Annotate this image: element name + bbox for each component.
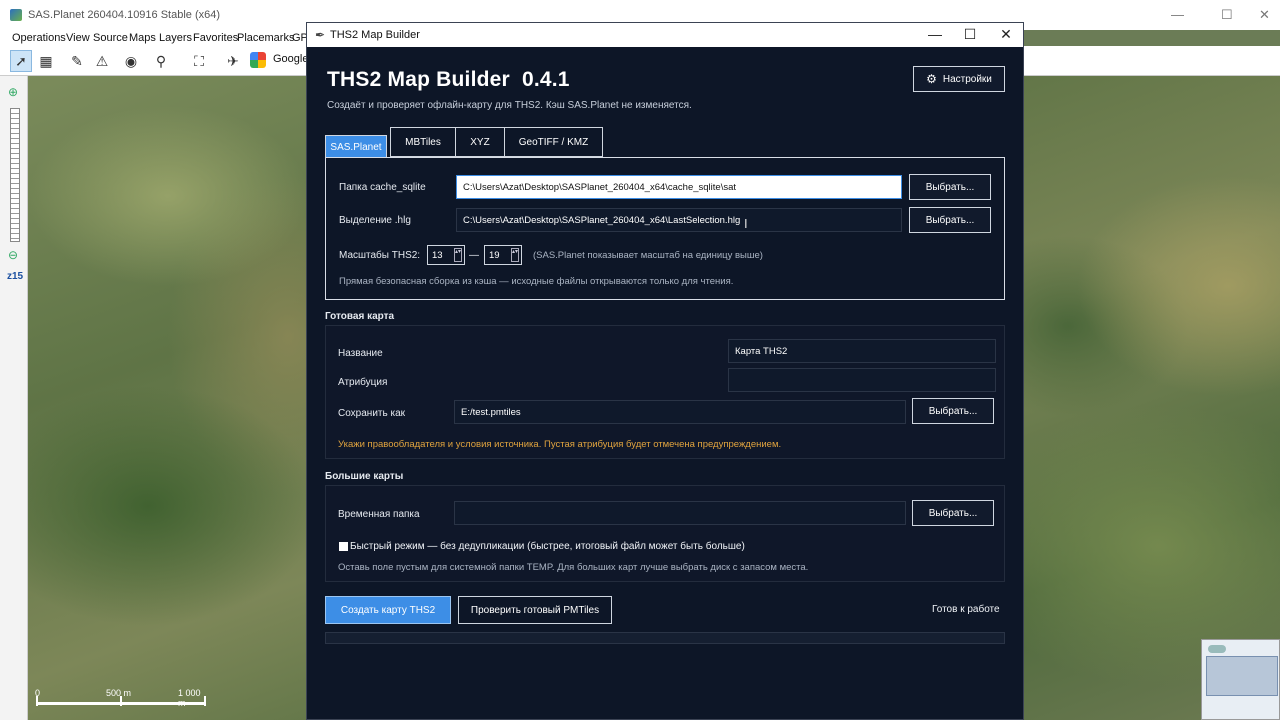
map-name-input[interactable]: Карта THS2 (728, 339, 996, 363)
close-icon[interactable]: ✕ (1259, 7, 1270, 23)
sasplanet-window-title: SAS.Planet 260404.10916 Stable (x64) (28, 9, 221, 21)
sasplanet-menubar: Operations View Source Maps Layers Favor… (0, 30, 315, 46)
save-as-input[interactable]: E:/test.pmtiles (454, 400, 906, 424)
selection-file-browse-button[interactable]: Выбрать... (909, 207, 991, 233)
status-text: Готов к работе (932, 604, 1000, 615)
satellite-icon[interactable]: ✈ (222, 50, 244, 72)
text-cursor-icon: I (744, 216, 748, 231)
verify-pmtiles-button[interactable]: Проверить готовый PMTiles (458, 596, 612, 624)
scale-min-value: 13 (432, 250, 443, 261)
map-source-label[interactable]: Google (273, 53, 308, 65)
temp-folder-label: Временная папка (338, 509, 420, 520)
cache-folder-input[interactable]: C:\Users\Azat\Desktop\SASPlanet_260404_x… (456, 175, 902, 199)
fullscreen-icon[interactable]: ⛶ (188, 50, 210, 72)
tab-xyz[interactable]: XYZ (455, 127, 505, 157)
menu-view[interactable]: View (66, 32, 90, 44)
spin-arrows-icon[interactable]: ▴▾ (454, 248, 462, 262)
dialog-maximize-icon[interactable]: ☐ (960, 26, 980, 43)
selection-file-label: Выделение .hlg (339, 215, 411, 226)
menu-operations[interactable]: Operations (12, 32, 66, 44)
dialog-titlebar: ✒ THS2 Map Builder — ☐ ✕ (307, 23, 1023, 47)
feather-icon: ✒ (315, 28, 326, 42)
fast-mode-checkbox[interactable] (339, 542, 348, 551)
progress-bar (325, 632, 1005, 644)
menu-source[interactable]: Source (93, 32, 128, 44)
ths2-dialog: ✒ THS2 Map Builder — ☐ ✕ THS2 Map Builde… (306, 22, 1024, 720)
menu-placemarks[interactable]: Placemarks (237, 32, 294, 44)
pointer-icon[interactable]: ➚ (10, 50, 32, 72)
google-maps-icon[interactable] (250, 52, 266, 68)
large-maps-section: Временная папка Выбрать... Быстрый режим… (325, 485, 1005, 582)
menu-favorites[interactable]: Favorites (193, 32, 238, 44)
settings-button[interactable]: ⚙ Настройки (913, 66, 1005, 92)
app-subtitle: Создаёт и проверяет офлайн-карту для THS… (327, 100, 692, 111)
temp-folder-browse-button[interactable]: Выбрать... (912, 500, 994, 526)
dialog-close-icon[interactable]: ✕ (996, 26, 1016, 43)
minimap-viewport[interactable] (1206, 656, 1278, 696)
attribution-label: Атрибуция (338, 377, 388, 388)
map-scale-bar: 0 500 m 1 000 m (35, 688, 206, 710)
zoom-search-icon[interactable]: ⚲ (150, 50, 172, 72)
fast-mode-label[interactable]: Быстрый режим — без дедупликации (быстре… (350, 541, 745, 552)
large-maps-section-title: Большие карты (325, 471, 404, 482)
attribution-warning: Укажи правообладателя и условия источник… (338, 439, 782, 450)
select-area-icon[interactable]: ▦ (35, 50, 57, 72)
ruler-icon[interactable]: ✎ (66, 50, 88, 72)
zoom-in-icon[interactable]: ⊕ (8, 85, 18, 99)
settings-button-label: Настройки (942, 73, 992, 85)
scale-min-spinbox[interactable]: 13 ▴▾ (427, 245, 465, 265)
safety-hint: Прямая безопасная сборка из кэша — исход… (339, 276, 734, 287)
scale-max-value: 19 (489, 250, 500, 261)
output-section: Название Карта THS2 Атрибуция Сохранить … (325, 325, 1005, 459)
spin-arrows-icon[interactable]: ▴▾ (511, 248, 519, 262)
minimize-icon[interactable]: — (1171, 7, 1184, 22)
cache-folder-browse-button[interactable]: Выбрать... (909, 174, 991, 200)
menu-layers[interactable]: Layers (159, 32, 192, 44)
scale-separator: — (469, 250, 479, 261)
minimap-zoom-icon[interactable] (1208, 645, 1226, 653)
output-section-title: Готовая карта (325, 311, 395, 322)
create-map-button[interactable]: Создать карту THS2 (325, 596, 451, 624)
save-as-label: Сохранить как (338, 408, 406, 419)
attribution-input[interactable] (728, 368, 996, 392)
zoom-sidebar: ⊕ ⊖ z15 (0, 76, 28, 720)
dialog-minimize-icon[interactable]: — (925, 26, 945, 42)
app-title: THS2 Map Builder 0.4.1 (327, 68, 570, 91)
zoom-out-icon[interactable]: ⊖ (8, 248, 18, 262)
sasplanet-app-icon (10, 9, 22, 21)
temp-folder-hint: Оставь поле пустым для системной папки T… (338, 562, 809, 573)
temp-folder-input[interactable] (454, 501, 906, 525)
selection-file-input[interactable]: C:\Users\Azat\Desktop\SASPlanet_260404_x… (456, 208, 902, 232)
globe-icon[interactable]: ◉ (120, 50, 142, 72)
gear-icon: ⚙ (926, 72, 937, 86)
scale-label-1000: 1 000 m (178, 688, 201, 708)
measure-icon[interactable]: ⚠ (91, 50, 113, 72)
minimap[interactable] (1201, 639, 1280, 720)
scales-label: Масштабы THS2: (339, 250, 421, 261)
zoom-slider[interactable] (10, 108, 20, 242)
scale-label-500: 500 m (106, 688, 132, 698)
scales-hint: (SAS.Planet показывает масштаб на единиц… (533, 250, 763, 261)
map-name-label: Название (338, 348, 383, 359)
maximize-icon[interactable]: ☐ (1221, 7, 1233, 23)
tab-geotiff-kmz[interactable]: GeoTIFF / KMZ (504, 127, 603, 157)
tab-sasplanet[interactable]: SAS.Planet (325, 135, 387, 159)
tab-mbtiles[interactable]: MBTiles (390, 127, 456, 157)
menu-maps[interactable]: Maps (129, 32, 156, 44)
dialog-window-title: THS2 Map Builder (330, 29, 420, 41)
zoom-level: z15 (7, 271, 24, 282)
scale-max-spinbox[interactable]: 19 ▴▾ (484, 245, 522, 265)
cache-folder-label: Папка cache_sqlite (339, 182, 426, 193)
save-as-browse-button[interactable]: Выбрать... (912, 398, 994, 424)
scale-label-0: 0 (35, 688, 41, 698)
sasplanet-source-panel: Папка cache_sqlite C:\Users\Azat\Desktop… (325, 157, 1005, 300)
